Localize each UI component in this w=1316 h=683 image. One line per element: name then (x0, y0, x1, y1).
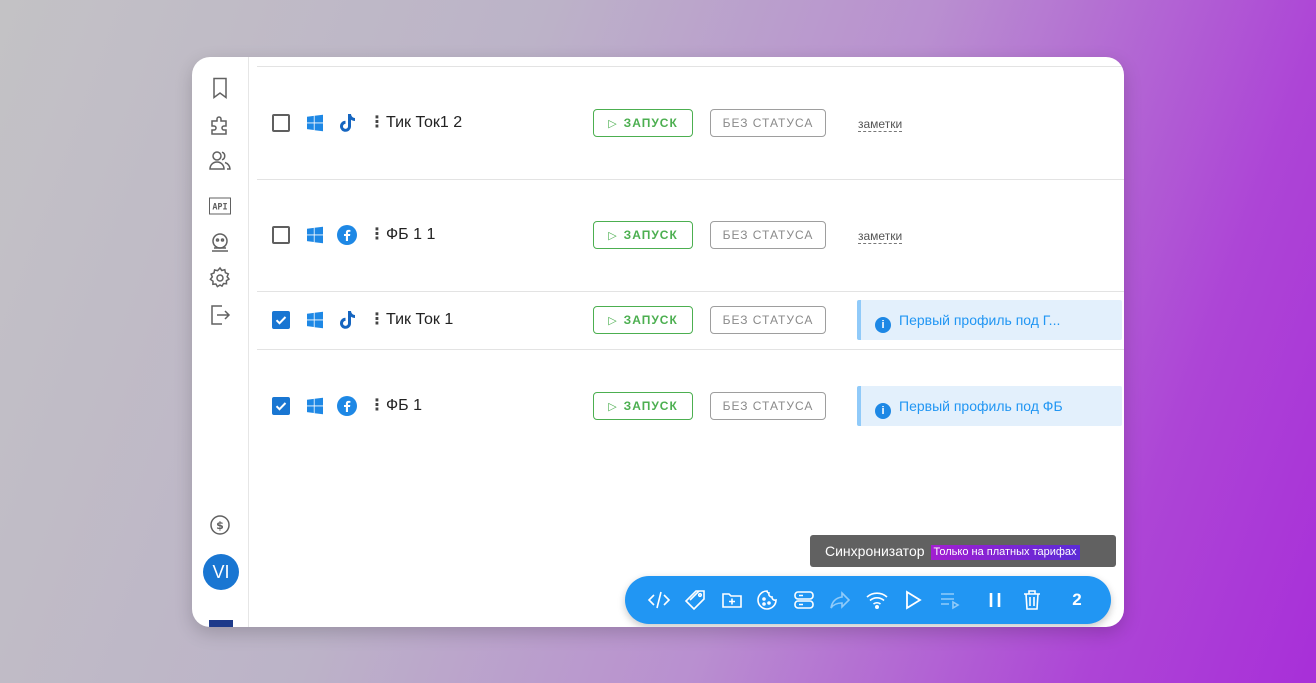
row-checkbox-checked[interactable] (272, 397, 290, 415)
run-button[interactable]: ▷ ЗАПУСК (593, 306, 693, 334)
row-checkbox[interactable] (272, 226, 290, 244)
tiktok-icon (337, 310, 357, 330)
play-icon: ▷ (608, 315, 618, 327)
table-row[interactable]: ⋮ ФБ 1 ▷ ЗАПУСК БЕЗ СТАТУСА i Первый профи… (257, 350, 1124, 461)
dollar-icon[interactable]: $ (208, 513, 232, 537)
profile-menu-icon[interactable]: ⋮ (369, 311, 385, 329)
play-icon[interactable] (901, 588, 925, 612)
info-icon: i (875, 403, 891, 419)
users-icon[interactable] (208, 148, 232, 172)
svg-text:$: $ (216, 519, 224, 532)
facebook-icon (337, 396, 357, 416)
notes-link[interactable]: заметки (858, 117, 903, 132)
table-row[interactable]: ⋮ Тик Ток1 2 ▷ ЗАПУСК БЕЗ СТАТУСА заметки (257, 67, 1124, 180)
profile-note-text: Первый профиль под ФБ (899, 398, 1063, 414)
status-button[interactable]: БЕЗ СТАТУСА (710, 221, 826, 249)
trash-icon[interactable] (1020, 588, 1044, 612)
table-row[interactable]: ⋮ ФБ 1 1 ▷ ЗАПУСК БЕЗ СТАТУСА заметки (257, 180, 1124, 292)
run-button-label: ЗАПУСК (623, 228, 678, 242)
bookmark-icon[interactable] (208, 76, 232, 100)
api-icon[interactable]: API (208, 194, 232, 218)
folder-add-icon[interactable] (720, 588, 744, 612)
profile-name: Тик Ток 1 (386, 311, 454, 328)
language-flag-icon[interactable] (209, 620, 233, 627)
avatar[interactable]: VI (203, 554, 239, 590)
info-icon: i (875, 317, 891, 333)
server-icon[interactable] (792, 588, 816, 612)
profile-menu-icon[interactable]: ⋮ (369, 114, 385, 132)
check-icon (275, 316, 287, 325)
table-row[interactable]: ⋮ Тик Ток 1 ▷ ЗАПУСК БЕЗ СТАТУСА i Первый … (257, 292, 1124, 350)
logout-icon[interactable] (208, 303, 232, 327)
pause-icon[interactable] (983, 588, 1007, 612)
playlist-play-icon[interactable] (938, 588, 962, 612)
run-button-label: ЗАПУСК (623, 116, 678, 130)
share-icon[interactable] (828, 588, 852, 612)
paid-plan-badge: Только на платных тарифах (930, 545, 1080, 560)
play-icon: ▷ (608, 230, 618, 242)
status-button[interactable]: БЕЗ СТАТУСА (710, 392, 826, 420)
synchronizer-tooltip: Синхронизатор Только на платных тарифах (810, 535, 1116, 567)
run-button[interactable]: ▷ ЗАПУСК (593, 109, 693, 137)
row-checkbox-checked[interactable] (272, 311, 290, 329)
profile-name: ФБ 1 (386, 397, 423, 414)
api-label: API (212, 203, 227, 213)
status-button[interactable]: БЕЗ СТАТУСА (710, 109, 826, 137)
status-button[interactable]: БЕЗ СТАТУСА (710, 306, 826, 334)
code-icon[interactable] (647, 588, 671, 612)
notes-link[interactable]: заметки (858, 229, 903, 244)
profile-name: ФБ 1 1 (386, 226, 436, 243)
row-checkbox[interactable] (272, 114, 290, 132)
profile-menu-icon[interactable]: ⋮ (369, 226, 385, 244)
bot-icon[interactable] (208, 230, 232, 254)
profile-note[interactable]: i Первый профиль под ФБ (857, 386, 1122, 426)
check-icon (275, 402, 287, 411)
run-button[interactable]: ▷ ЗАПУСК (593, 221, 693, 249)
run-button-label: ЗАПУСК (623, 313, 678, 327)
windows-icon (306, 397, 324, 415)
bulk-actions-toolbar: 2 (625, 576, 1111, 624)
windows-icon (306, 226, 324, 244)
gear-icon[interactable] (208, 266, 232, 290)
tiktok-icon (337, 113, 357, 133)
windows-icon (306, 311, 324, 329)
profile-name: Тик Ток1 2 (386, 114, 463, 131)
profile-menu-icon[interactable]: ⋮ (369, 397, 385, 415)
run-button-label: ЗАПУСК (623, 399, 678, 413)
tooltip-text: Синхронизатор (825, 543, 925, 559)
tag-icon[interactable] (683, 588, 707, 612)
facebook-icon (337, 225, 357, 245)
play-icon: ▷ (608, 118, 618, 130)
play-icon: ▷ (608, 401, 618, 413)
sidebar: API $ VI (192, 57, 249, 627)
profile-note[interactable]: i Первый профиль под Г... (857, 300, 1122, 340)
cookie-icon[interactable] (755, 588, 779, 612)
selected-count: 2 (1072, 590, 1082, 609)
profile-note-text: Первый профиль под Г... (899, 312, 1061, 328)
run-button[interactable]: ▷ ЗАПУСК (593, 392, 693, 420)
windows-icon (306, 114, 324, 132)
app-window: API $ VI ⋮ Тик Ток1 2 ▷ ЗАПУСК БЕЗ СТАТУ… (192, 57, 1124, 627)
wifi-icon[interactable] (865, 588, 889, 612)
extension-icon[interactable] (208, 113, 232, 137)
